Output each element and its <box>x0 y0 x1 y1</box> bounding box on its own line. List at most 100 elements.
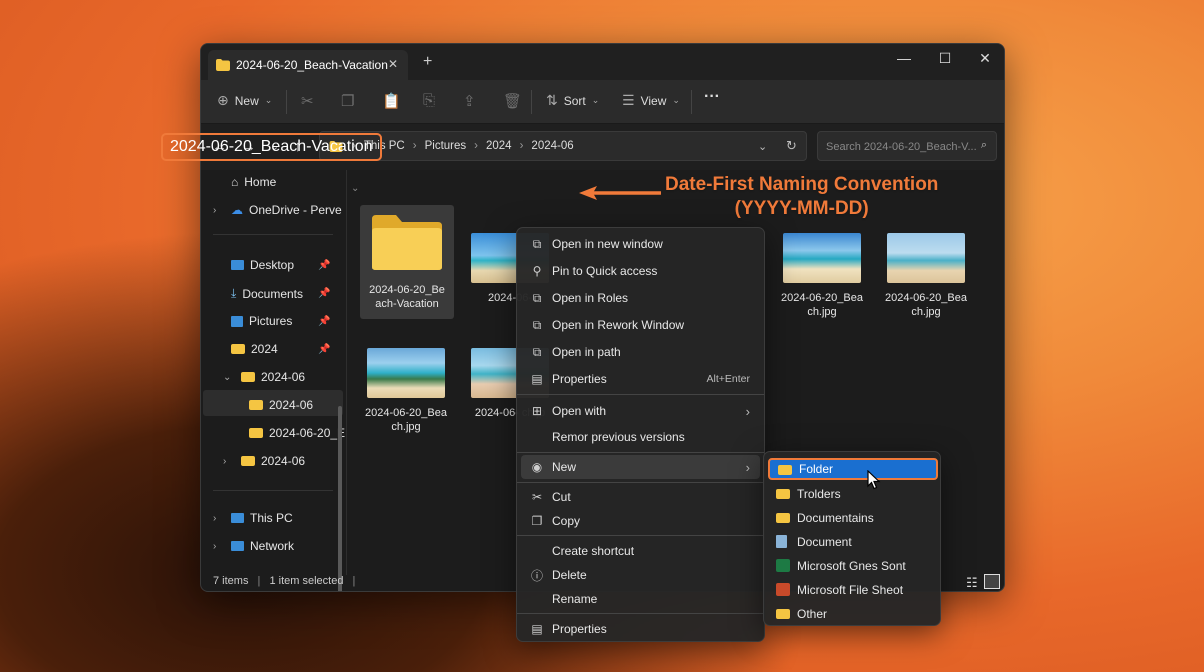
expand-chevron-icon[interactable]: › <box>213 205 216 216</box>
menu-item-open-path[interactable]: ⧉ Open in path <box>521 340 760 364</box>
details-view-icon[interactable]: ☷ <box>966 575 978 591</box>
address-bar[interactable]: › This PC › Pictures › 2024 › 2024-06 ⌄ … <box>319 131 807 161</box>
menu-item-open-roles[interactable]: ⧉ Open in Roles <box>521 286 760 310</box>
breadcrumb-chevron-icon: › <box>412 140 417 152</box>
sort-icon: ⇅ <box>546 92 558 108</box>
sidebar-item-onedrive[interactable]: ☁ OneDrive - Perve <box>231 203 342 217</box>
expand-chevron-icon[interactable]: › <box>213 541 216 552</box>
sidebar-item-2024-06-b[interactable]: 2024-06 <box>241 454 305 468</box>
folder-tile[interactable]: 2024-06-20_Be ach-Vacation <box>360 205 454 319</box>
new-button[interactable]: ⊕ New ⌄ <box>217 92 272 109</box>
menu-item-copy[interactable]: ❐ Copy <box>521 509 760 533</box>
refresh-icon[interactable]: ↻ <box>786 138 797 154</box>
view-icon: ☰ <box>622 92 635 108</box>
menu-divider <box>517 394 764 395</box>
close-button[interactable]: ✕ <box>965 50 1004 67</box>
view-button[interactable]: ☰ View ⌄ <box>622 92 680 109</box>
submenu-item-other[interactable]: Other <box>768 603 938 625</box>
command-bar: ⊕ New ⌄ ✂ ❐ 📋 ⎘ ⇪ 🗑 ⇅ Sort ⌄ ☰ View ⌄ ··… <box>201 80 1004 124</box>
sidebar-item-documents[interactable]: ⤓ Documents <box>231 286 303 301</box>
sidebar-item-2024-06[interactable]: 2024-06 <box>241 370 305 384</box>
menu-item-open-with[interactable]: ⊞ Open with › <box>521 399 760 423</box>
submenu-item-ms-file[interactable]: Microsoft File Sheot <box>768 579 938 601</box>
submenu-item-document[interactable]: Document <box>768 531 938 553</box>
menu-item-properties-bottom[interactable]: ▤ Properties <box>521 617 760 641</box>
image-tile[interactable]: 2024-06-20_Bea ch.jpg <box>359 348 453 434</box>
pin-icon[interactable]: 📌 <box>318 316 330 327</box>
breadcrumb-pictures[interactable]: Pictures <box>425 140 467 152</box>
sidebar-scrollbar[interactable] <box>338 406 342 591</box>
menu-item-cut[interactable]: ✂ Cut <box>521 485 760 509</box>
address-dropdown-icon[interactable]: ⌄ <box>758 140 767 153</box>
new-tab-button[interactable]: + <box>423 53 432 71</box>
maximize-button[interactable]: ☐ <box>925 50 965 67</box>
collapse-chevron-icon[interactable]: ⌄ <box>223 372 231 383</box>
menu-item-open-new-window[interactable]: ⧉ Open in new window <box>521 232 760 256</box>
sidebar-item-2024-06-selected[interactable]: 2024-06 <box>249 398 313 412</box>
sidebar-item-2024[interactable]: 2024 <box>231 342 278 356</box>
menu-item-label: Open with <box>552 404 607 418</box>
image-tile[interactable]: 2024-06-20_Bea ch.jpg <box>879 233 973 319</box>
tile-label: 2024-06-20_Bea ch.jpg <box>365 407 447 433</box>
sidebar-item-pictures[interactable]: Pictures <box>231 314 292 328</box>
text-document-icon <box>776 535 787 548</box>
sidebar-item-label: Pictures <box>249 314 293 328</box>
search-input[interactable]: Search 2024-06-20_Beach-V... ⌕ <box>817 131 997 161</box>
sidebar-item-this-pc[interactable]: This PC <box>231 511 293 525</box>
sidebar-item-label: 2024-06 <box>261 370 306 384</box>
tab-close-icon[interactable]: ✕ <box>388 57 398 71</box>
sidebar-item-desktop[interactable]: Desktop <box>231 258 294 272</box>
breadcrumb-2024-06[interactable]: 2024-06 <box>531 140 573 152</box>
share-icon[interactable]: ⇪ <box>463 92 476 110</box>
menu-item-properties[interactable]: ▤ Properties Alt+Enter <box>521 367 760 391</box>
chevron-down-icon: ⌄ <box>672 95 680 105</box>
menu-item-previous-versions[interactable]: Remor previous versions <box>521 425 760 449</box>
divider <box>531 90 532 114</box>
submenu-item-documentains[interactable]: Documentains <box>768 507 938 529</box>
delete-icon[interactable]: 🗑 <box>503 92 522 110</box>
tab-beach-vacation[interactable]: 2024-06-20_Beach-Vacation ✕ <box>208 50 408 80</box>
tiles-view-icon[interactable] <box>984 574 1000 589</box>
pin-icon[interactable]: 📌 <box>318 260 330 271</box>
rename-icon[interactable]: ⎘ <box>423 92 435 109</box>
status-divider: | <box>352 575 356 587</box>
menu-item-create-shortcut[interactable]: Create shortcut <box>521 539 760 563</box>
cut-icon[interactable]: ✂ <box>301 92 314 110</box>
open-window-icon: ⧉ <box>532 236 542 251</box>
expand-chevron-icon[interactable]: › <box>223 456 226 467</box>
menu-item-pin-quick-access[interactable]: ⚲ Pin to Quick access <box>521 259 760 283</box>
chevron-down-icon: ⌄ <box>591 95 600 105</box>
menu-item-label: Delete <box>552 568 587 582</box>
copy-icon[interactable]: ❐ <box>341 92 354 110</box>
image-tile[interactable]: 2024-06-20_Bea ch.jpg <box>775 233 869 319</box>
tab-title: 2024-06-20_Beach-Vacation <box>236 58 388 72</box>
sidebar-item-label: 2024 <box>251 342 278 356</box>
menu-item-new[interactable]: ◉ New › <box>521 455 760 479</box>
group-chevron-icon[interactable]: ⌄ <box>351 183 359 194</box>
menu-item-label: Rename <box>552 592 598 606</box>
powerpoint-icon <box>776 583 790 596</box>
folder-icon <box>778 465 792 475</box>
submenu-chevron-icon: › <box>745 459 750 475</box>
expand-chevron-icon[interactable]: › <box>213 513 216 524</box>
submenu-item-folder[interactable]: Folder <box>768 458 938 480</box>
menu-item-rename[interactable]: Rename <box>521 587 760 611</box>
title-bar: 2024-06-20_Beach-Vacation ✕ + — ☐ ✕ <box>201 44 1004 80</box>
sort-button[interactable]: ⇅ Sort ⌄ <box>546 92 599 109</box>
menu-item-label: Create shortcut <box>552 544 635 558</box>
breadcrumb-2024[interactable]: 2024 <box>486 140 512 152</box>
sidebar-item-network[interactable]: Network <box>231 539 294 553</box>
submenu-item-trolders[interactable]: Trolders <box>768 483 938 505</box>
view-label: View <box>640 93 667 108</box>
menu-item-delete[interactable]: ⓘ Delete <box>521 563 760 587</box>
pin-icon[interactable]: 📌 <box>318 288 330 299</box>
minimize-button[interactable]: — <box>884 50 924 66</box>
submenu-item-label: Microsoft File Sheot <box>797 583 904 597</box>
sidebar-item-2024-06-20[interactable]: 2024-06-20_E <box>249 426 345 440</box>
paste-icon[interactable]: 📋 <box>382 92 401 110</box>
submenu-item-ms-gnes[interactable]: Microsoft Gnes Sont <box>768 555 938 577</box>
menu-item-open-rework[interactable]: ⧉ Open in Rework Window <box>521 313 760 337</box>
pin-icon[interactable]: 📌 <box>318 344 330 355</box>
sidebar-item-home[interactable]: ⌂ Home <box>231 175 276 189</box>
more-options-button[interactable]: ··· <box>704 88 720 106</box>
